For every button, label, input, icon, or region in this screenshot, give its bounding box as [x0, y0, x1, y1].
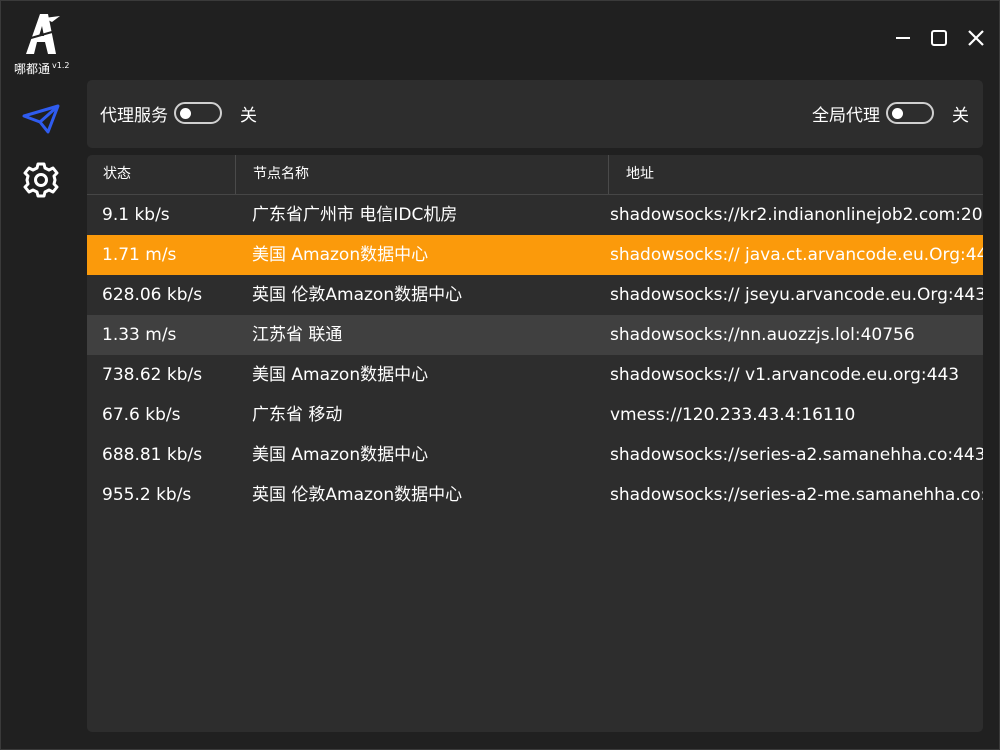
cell-status: 688.81 kb/s: [102, 445, 203, 465]
proxy-service-state: 关: [240, 105, 257, 126]
cell-status: 628.06 kb/s: [102, 285, 203, 305]
global-proxy-toggle[interactable]: [886, 102, 934, 124]
cell-address: shadowsocks://nn.auozzjs.lol:40756: [610, 325, 915, 345]
column-header-address[interactable]: 地址: [626, 155, 654, 194]
toolbar-panel: 代理服务 关 全局代理 关: [87, 80, 983, 148]
minimize-icon: [896, 37, 910, 39]
column-resizer[interactable]: [235, 155, 236, 194]
cell-name: 美国 Amazon数据中心: [252, 245, 429, 265]
table-row[interactable]: 9.1 kb/s 广东省广州市 电信IDC机房 shadowsocks://kr…: [87, 195, 983, 235]
global-proxy-state: 关: [952, 105, 969, 126]
global-proxy-group: 全局代理 关: [812, 100, 969, 126]
toggle-knob: [892, 108, 903, 119]
proxy-service-group: 代理服务 关: [100, 100, 257, 126]
paper-plane-icon: [22, 104, 60, 134]
cell-name: 美国 Amazon数据中心: [252, 445, 429, 465]
cell-address: shadowsocks:// java.ct.arvancode.eu.Org:…: [610, 245, 983, 265]
cell-status: 738.62 kb/s: [102, 365, 203, 385]
table-row[interactable]: 67.6 kb/s 广东省 移动 vmess://120.233.43.4:16…: [87, 395, 983, 435]
column-header-name[interactable]: 节点名称: [253, 155, 309, 194]
cell-address: vmess://120.233.43.4:16110: [610, 405, 856, 425]
cell-address: shadowsocks:// jseyu.arvancode.eu.Org:44…: [610, 285, 983, 305]
cell-name: 广东省广州市 电信IDC机房: [252, 205, 458, 225]
close-button[interactable]: [964, 26, 988, 50]
maximize-button[interactable]: [927, 26, 951, 50]
app-title: 哪都通: [14, 62, 51, 76]
maximize-icon: [931, 30, 947, 46]
cell-name: 广东省 移动: [252, 405, 343, 425]
app-version: v1.2: [52, 61, 70, 70]
toggle-knob: [180, 108, 191, 119]
app-name: 哪都通 v1.2: [14, 60, 69, 77]
table-row[interactable]: 738.62 kb/s 美国 Amazon数据中心 shadowsocks://…: [87, 355, 983, 395]
cell-name: 英国 伦敦Amazon数据中心: [252, 285, 463, 305]
cell-name: 美国 Amazon数据中心: [252, 365, 429, 385]
cell-status: 67.6 kb/s: [102, 405, 181, 425]
cell-address: shadowsocks://kr2.indianonlinejob2.com:2…: [610, 205, 983, 225]
app-logo: 哪都通 v1.2: [12, 10, 72, 76]
proxy-service-label: 代理服务: [100, 105, 168, 126]
table-row[interactable]: 628.06 kb/s 英国 伦敦Amazon数据中心 shadowsocks:…: [87, 275, 983, 315]
sidebar-item-proxy[interactable]: [20, 98, 62, 140]
cell-address: shadowsocks:// v1.arvancode.eu.org:443: [610, 365, 960, 385]
minimize-button[interactable]: [891, 26, 915, 50]
cell-status: 955.2 kb/s: [102, 485, 192, 505]
logo-a-icon: [23, 14, 60, 54]
gear-icon: [23, 162, 59, 198]
column-header-status[interactable]: 状态: [103, 155, 131, 194]
cell-address: shadowsocks://series-a2-me.samanehha.co:…: [610, 485, 983, 505]
cell-status: 1.33 m/s: [102, 325, 177, 345]
cell-status: 1.71 m/s: [102, 245, 177, 265]
cell-name: 江苏省 联通: [252, 325, 343, 345]
cell-status: 9.1 kb/s: [102, 205, 170, 225]
proxy-service-toggle[interactable]: [174, 102, 222, 124]
cell-address: shadowsocks://series-a2.samanehha.co:443: [610, 445, 983, 465]
table-row-hovered[interactable]: 1.33 m/s 江苏省 联通 shadowsocks://nn.auozzjs…: [87, 315, 983, 355]
global-proxy-label: 全局代理: [812, 105, 880, 126]
sidebar-item-settings[interactable]: [20, 159, 62, 201]
node-table: 状态 节点名称 地址 9.1 kb/s 广东省广州市 电信IDC机房 shado…: [87, 155, 983, 732]
cell-name: 英国 伦敦Amazon数据中心: [252, 485, 463, 505]
table-row-selected[interactable]: 1.71 m/s 美国 Amazon数据中心 shadowsocks:// ja…: [87, 235, 983, 275]
table-row[interactable]: 955.2 kb/s 英国 伦敦Amazon数据中心 shadowsocks:/…: [87, 475, 983, 515]
close-icon: [968, 30, 984, 46]
column-resizer[interactable]: [608, 155, 609, 194]
table-body: 9.1 kb/s 广东省广州市 电信IDC机房 shadowsocks://kr…: [87, 195, 983, 515]
table-header: 状态 节点名称 地址: [87, 155, 983, 195]
table-row[interactable]: 688.81 kb/s 美国 Amazon数据中心 shadowsocks://…: [87, 435, 983, 475]
